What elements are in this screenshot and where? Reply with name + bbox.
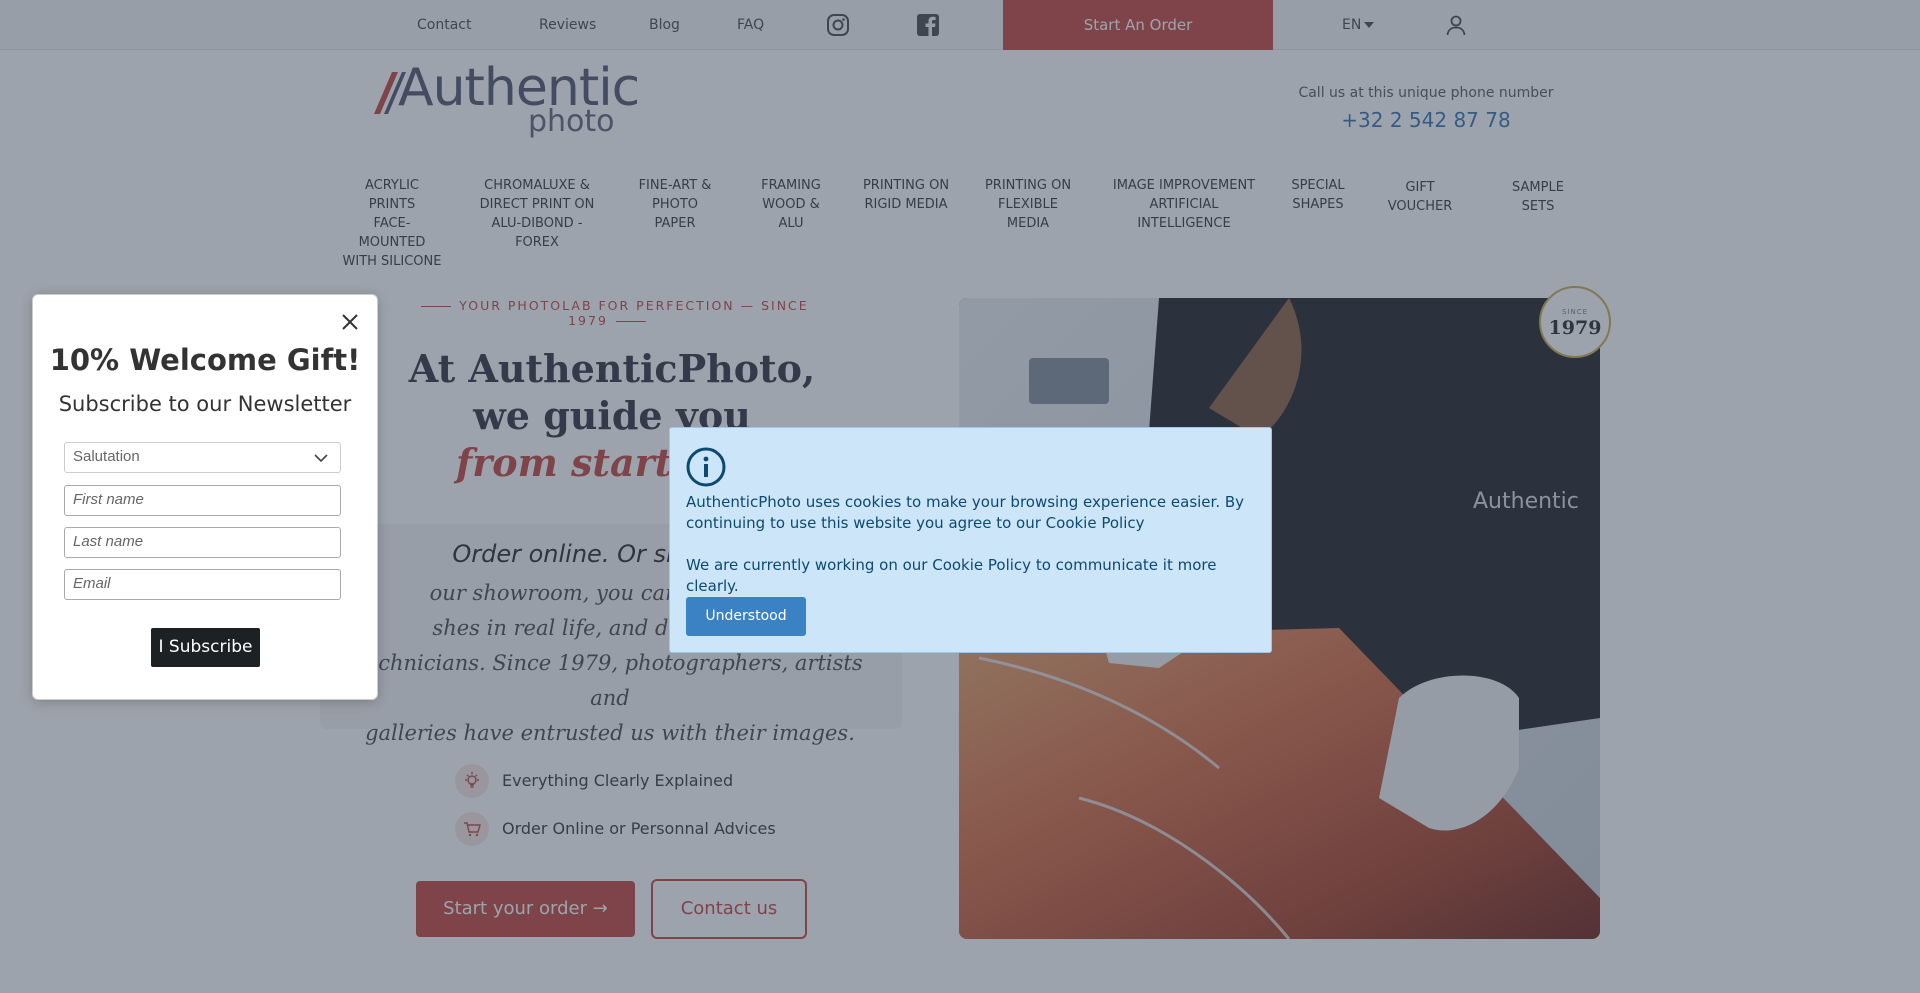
understood-button[interactable]: Understood [686,597,806,636]
chevron-down-icon [314,451,328,465]
email-field[interactable]: Email [64,569,341,600]
newsletter-title: 10% Welcome Gift! [49,343,361,377]
subscribe-button[interactable]: I Subscribe [151,628,260,667]
cookie-text: AuthenticPhoto uses cookies to make your… [686,493,1245,532]
last-name-field[interactable]: Last name [64,527,341,558]
info-icon [685,446,727,488]
first-name-field[interactable]: First name [64,485,341,516]
salutation-value: Salutation [73,448,140,465]
cookie-policy-note: We are currently working on our Cookie P… [686,556,1217,595]
close-icon[interactable] [338,310,362,334]
salutation-select[interactable]: Salutation [64,442,341,473]
newsletter-subtitle: Subscribe to our Newsletter [58,392,352,416]
